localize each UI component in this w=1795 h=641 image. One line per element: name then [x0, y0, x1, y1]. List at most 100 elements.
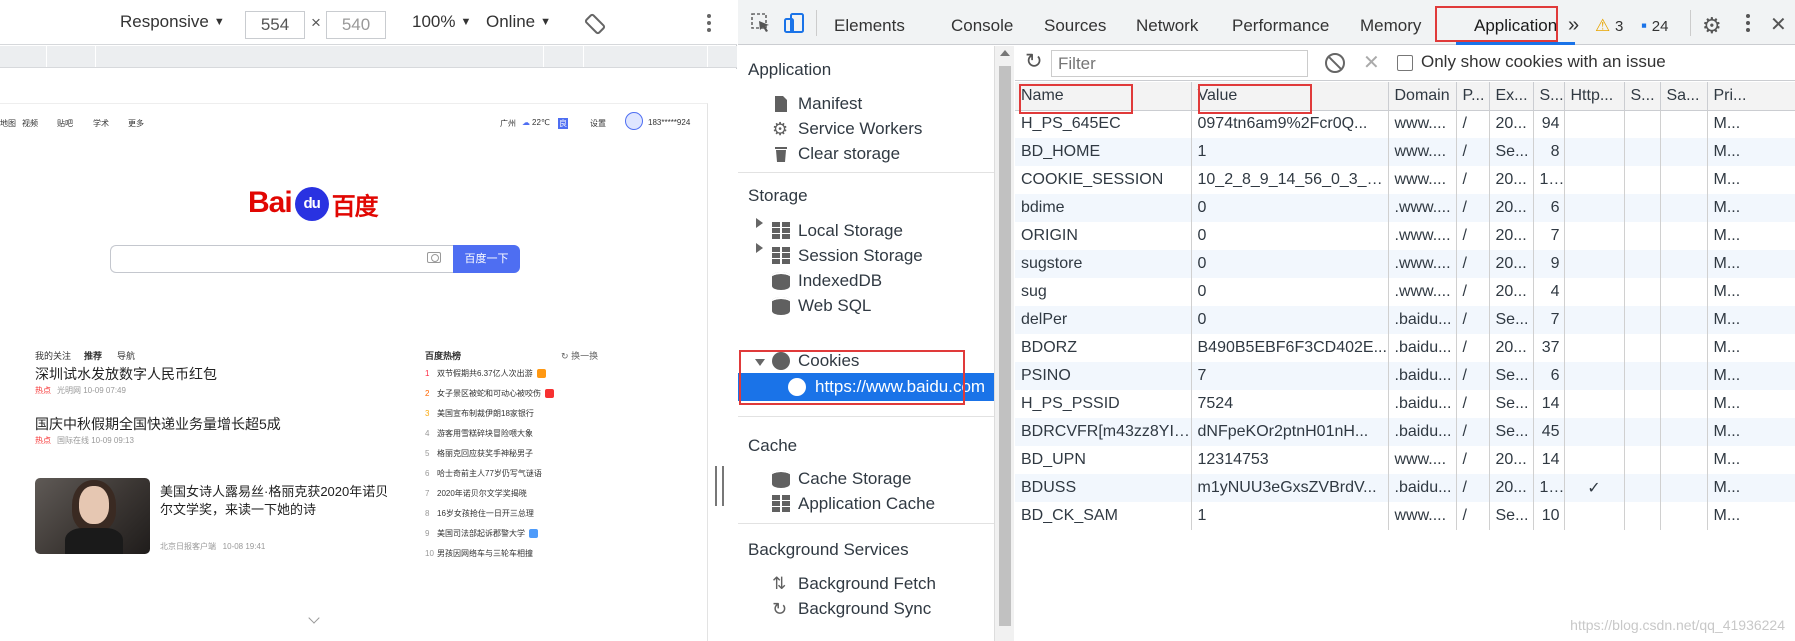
height-input[interactable]: 540	[326, 11, 386, 39]
hot-list-item[interactable]: 2 女子景区被蛇和可动心被咬伤	[425, 388, 554, 399]
hot-list-item[interactable]: 8 16岁女孩抢住一日开三总理	[425, 508, 534, 519]
zoom-select-label: 100%	[412, 12, 456, 31]
more-tabs-icon[interactable]: »	[1568, 0, 1579, 45]
table-row[interactable]: BDORZ B490B5EBF6F3CD402E... .baidu.../20..…	[1015, 334, 1795, 362]
baidu-search-input[interactable]	[110, 245, 454, 273]
sidebar-scrollbar[interactable]	[994, 46, 1014, 641]
table-row[interactable]: BDRCVFR[m43zz8YI_... dNFpeKOr2ptnH01nH...…	[1015, 418, 1795, 446]
hot-list-item[interactable]: 9 美国司法部起诉郡警大学	[425, 528, 538, 539]
tab-network[interactable]: Network	[1136, 0, 1198, 45]
hot-list-item[interactable]: 1 双节假期共6.37亿人次出游	[425, 368, 546, 379]
hot-list-refresh[interactable]: ↻ 换一换	[561, 349, 598, 362]
news-thumbnail[interactable]	[35, 478, 150, 554]
nav-link-xueshu[interactable]: 学术	[93, 118, 109, 129]
issue-only-checkbox[interactable]	[1397, 55, 1413, 71]
nav-link-tieba[interactable]: 贴吧	[57, 118, 73, 129]
camera-icon[interactable]	[427, 252, 441, 263]
media-query-ruler[interactable]	[0, 46, 737, 68]
column-header-size[interactable]: S...	[1533, 82, 1565, 111]
table-row[interactable]: PSINO 7 .baidu... / Se... 6 M...	[1015, 362, 1795, 390]
delete-selected-icon[interactable]: ✕	[1363, 50, 1380, 75]
ruler-segment[interactable]	[584, 46, 708, 67]
warnings-counter[interactable]: ⚠ 3	[1595, 0, 1623, 45]
ruler-segment[interactable]	[544, 46, 584, 67]
width-input[interactable]: 554	[245, 11, 305, 39]
sidebar-scroll-thumb[interactable]	[999, 66, 1011, 626]
user-name[interactable]: 183*****924	[648, 118, 690, 127]
table-row[interactable]: bdime 0 .www..../20... 6 M...	[1015, 194, 1795, 222]
table-row[interactable]: BD_HOME 1 www.... / Se... 8 M...	[1015, 138, 1795, 166]
user-avatar[interactable]	[625, 112, 643, 130]
table-row[interactable]: H_PS_PSSID 7524 .baidu... / Se... 14 M...	[1015, 390, 1795, 418]
hot-list-item[interactable]: 7 2020年诺贝尔文学奖揭晓	[425, 488, 527, 499]
tab-sources[interactable]: Sources	[1044, 0, 1106, 45]
table-row[interactable]: H_PS_645EC 0974tn6am9%2Fcr0Q... www..../20…	[1015, 110, 1795, 138]
close-devtools-icon[interactable]: ✕	[1770, 0, 1787, 45]
more-options-icon[interactable]	[707, 14, 711, 32]
devtools-menu-icon[interactable]	[1746, 14, 1750, 32]
cookie-cell-size: 1...	[1533, 166, 1565, 194]
cookie-cell-priority: M...	[1707, 250, 1795, 278]
rotate-icon[interactable]	[584, 13, 606, 35]
cookie-cell-size: 8	[1533, 138, 1565, 166]
news-title-line2[interactable]: 尔文学奖，来读一下她的诗	[160, 499, 316, 518]
nav-link-video[interactable]: 视频	[22, 118, 38, 129]
column-header-priority[interactable]: Pri...	[1707, 82, 1795, 111]
hot-list-item[interactable]: 5 格丽克回应获奖手神秘男子	[425, 448, 533, 459]
expand-arrow-icon[interactable]	[756, 218, 763, 228]
expand-arrow-icon[interactable]	[756, 243, 763, 253]
column-header-domain[interactable]: Domain	[1388, 82, 1457, 111]
table-row[interactable]: sugstore 0 .www..../20... 9 M...	[1015, 250, 1795, 278]
device-select[interactable]: Responsive ▼	[120, 12, 225, 32]
nav-link-more[interactable]: 更多	[128, 118, 144, 129]
logo-bai: Bai	[248, 186, 293, 219]
zoom-select[interactable]: 100% ▼	[412, 12, 471, 32]
weather-city[interactable]: 广州	[500, 118, 516, 129]
table-row[interactable]: BD_CK_SAM 1 www.... / Se... 10 M...	[1015, 502, 1795, 530]
chevron-down-icon[interactable]	[308, 612, 320, 624]
resize-handle[interactable]	[715, 466, 724, 506]
hot-list-item[interactable]: 6 哈士奇前主人77岁仍写气谜语	[425, 468, 542, 479]
refresh-icon[interactable]: ↻	[1025, 49, 1043, 74]
table-row[interactable]: BD_UPN 12314753 www..../20... 14 M...	[1015, 446, 1795, 474]
feed-tab-recommend[interactable]: 推荐	[84, 349, 102, 362]
ruler-segment[interactable]	[0, 46, 47, 67]
baidu-search-button[interactable]: 百度一下	[453, 245, 520, 273]
feed-tab-nav[interactable]: 导航	[117, 349, 135, 362]
column-header-secure[interactable]: S...	[1624, 82, 1661, 111]
nav-link-map[interactable]: 地图	[0, 118, 16, 129]
table-row[interactable]: COOKIE_SESSION 10_2_8_9_14_56_0_3_8... www…	[1015, 166, 1795, 194]
column-header-expires[interactable]: Ex...	[1489, 82, 1534, 111]
table-row[interactable]: BDUSS m1yNUU3eGxsZVBrdV... .baidu.../20...…	[1015, 474, 1795, 502]
tab-elements[interactable]: Elements	[834, 0, 905, 45]
table-row[interactable]: ORIGIN 0 .www..../20... 7 M...	[1015, 222, 1795, 250]
feed-tab-following[interactable]: 我的关注	[35, 349, 71, 362]
tab-memory[interactable]: Memory	[1360, 0, 1421, 45]
news-title[interactable]: 国庆中秋假期全国快递业务量增长超5成	[35, 414, 281, 434]
hot-text: 美国司法部起诉郡警大学	[437, 529, 525, 538]
hot-list-item[interactable]: 10 男孩因网络车与三轮车相撞	[425, 548, 533, 559]
scroll-up-arrow-icon[interactable]	[1000, 50, 1010, 56]
table-row[interactable]: sug 0 .www..../20... 4 M...	[1015, 278, 1795, 306]
settings-gear-icon[interactable]: ⚙	[1702, 0, 1722, 45]
network-throttle-select[interactable]: Online ▼	[486, 12, 551, 32]
tab-console[interactable]: Console	[951, 0, 1013, 45]
settings-link[interactable]: 设置	[590, 118, 606, 129]
ruler-segment[interactable]	[47, 46, 96, 67]
tab-performance[interactable]: Performance	[1232, 0, 1329, 45]
device-toggle-icon[interactable]	[783, 12, 805, 34]
column-header-samesite[interactable]: Sa...	[1660, 82, 1708, 111]
column-header-path[interactable]: P...	[1456, 82, 1490, 111]
inspect-element-icon[interactable]	[750, 12, 772, 34]
clear-all-icon[interactable]	[1325, 53, 1345, 73]
hot-list-item[interactable]: 4 游客用雪糕碎块冒险喂大象	[425, 428, 533, 439]
cookie-filter-input[interactable]	[1051, 50, 1308, 77]
column-header-httponly[interactable]: Http...	[1564, 82, 1625, 111]
ruler-segment[interactable]	[96, 46, 544, 67]
table-row[interactable]: delPer 0 .baidu... / Se... 7 M...	[1015, 306, 1795, 334]
cookie-cell-secure	[1624, 362, 1661, 390]
news-title[interactable]: 深圳试水发放数字人民币红包	[35, 364, 217, 384]
hot-list-item[interactable]: 3 美国宣布制裁伊朗18家银行	[425, 408, 534, 419]
news-title[interactable]: 美国女诗人露易丝·格丽克获2020年诺贝	[160, 481, 388, 500]
messages-counter[interactable]: ▪ 24	[1641, 0, 1668, 45]
